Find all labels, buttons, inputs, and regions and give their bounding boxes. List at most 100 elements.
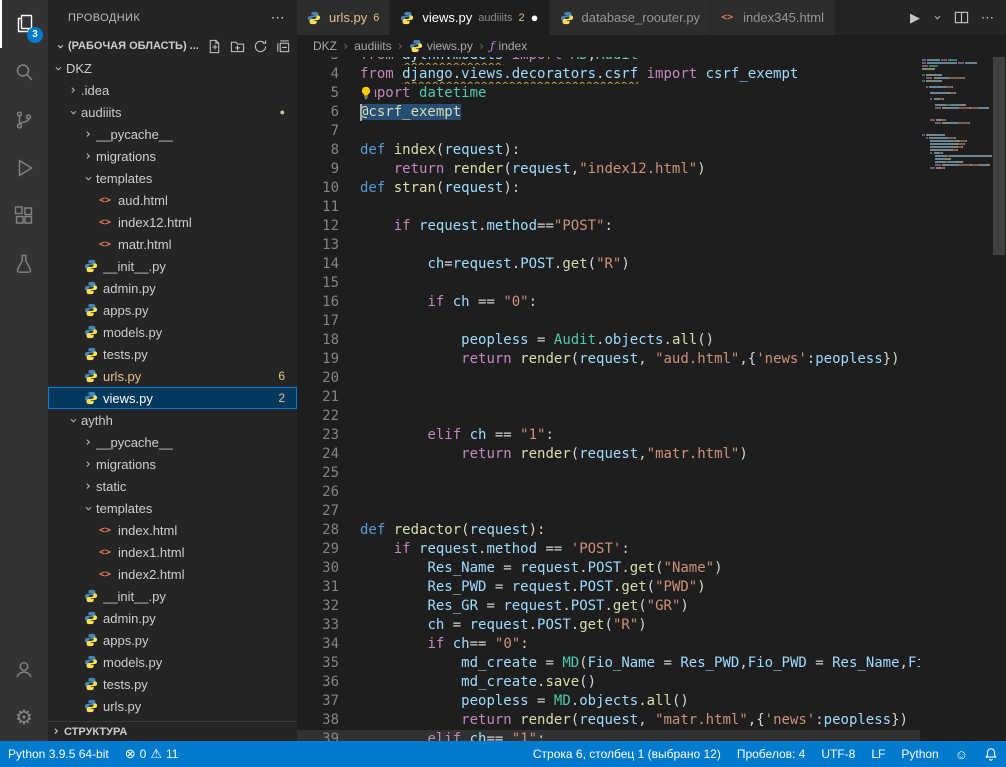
code-line-13[interactable]: 13 [297,236,920,255]
tree-item-audiiits[interactable]: ›audiiits● [48,101,297,123]
tree-item-__init__.py[interactable]: __init__.py [48,585,297,607]
code-line-39[interactable]: 39 elif ch== "1": [297,730,920,741]
tree-item-apps.py[interactable]: apps.py [48,299,297,321]
settings-gear-icon[interactable]: ⚙ [0,693,48,741]
extensions-icon[interactable] [0,192,48,240]
tree-item-models.py[interactable]: models.py [48,321,297,343]
language-mode-status[interactable]: Python [893,741,946,767]
code-line-8[interactable]: 8def index(request): [297,141,920,160]
source-control-icon[interactable] [0,96,48,144]
tree-item-static[interactable]: ›static [48,475,297,497]
split-editor-icon[interactable] [954,10,969,25]
tree-item-aud.html[interactable]: <>aud.html [48,189,297,211]
code-line-9[interactable]: 9 return render(request,"index12.html") [297,160,920,179]
tree-item-index12.html[interactable]: <>index12.html [48,211,297,233]
tree-item-migrations[interactable]: ›migrations [48,453,297,475]
encoding-status[interactable]: UTF-8 [813,741,863,767]
breadcrumb-views.py[interactable]: views.py [409,39,473,53]
tree-item-.idea[interactable]: ›.idea [48,79,297,101]
tree-item-models.py[interactable]: models.py [48,651,297,673]
account-icon[interactable] [0,645,48,693]
code-line-23[interactable]: 23 elif ch == "1": [297,426,920,445]
code-line-22[interactable]: 22 [297,407,920,426]
code-line-14[interactable]: 14 ch=request.POST.get("R") [297,255,920,274]
run-dropdown-icon[interactable]: › [930,13,945,23]
problems-status[interactable]: ⊗ 0 ⚠ 11 [117,741,187,767]
workspace-section-header[interactable]: › (РАБОЧАЯ ОБЛАСТЬ) ... [48,35,297,57]
tab-index345.html[interactable]: <>index345.html [711,0,835,35]
code-line-10[interactable]: 10def stran(request): [297,179,920,198]
tree-item-index.html[interactable]: <>index.html [48,519,297,541]
code-line-30[interactable]: 30 Res_Name = request.POST.get("Name") [297,559,920,578]
code-line-3[interactable]: 3from aythh.models import MD,Audit [297,57,920,65]
code-line-38[interactable]: 38 return render(request, "matr.html",{'… [297,711,920,730]
code-line-33[interactable]: 33 ch = request.POST.get("R") [297,616,920,635]
tree-item-migrations[interactable]: ›migrations [48,145,297,167]
code-line-26[interactable]: 26 [297,483,920,502]
breadcrumb-index[interactable]: ƒindex [490,39,527,53]
code-line-17[interactable]: 17 [297,312,920,331]
code-line-5[interactable]: 5import datetime [297,84,920,103]
tree-item-admin.py[interactable]: admin.py [48,277,297,299]
code-line-29[interactable]: 29 if request.method == 'POST': [297,540,920,559]
notifications-bell-icon[interactable] [976,741,1006,767]
code-line-18[interactable]: 18 peopless = Audit.objects.all() [297,331,920,350]
testing-icon[interactable] [0,240,48,288]
collapse-all-icon[interactable] [276,39,291,54]
new-folder-icon[interactable] [230,39,245,54]
cursor-position-status[interactable]: Строка 6, столбец 1 (выбрано 12) [525,741,729,767]
tree-item-urls.py[interactable]: urls.py6 [48,365,297,387]
tree-item-aythh[interactable]: ›aythh [48,409,297,431]
tree-item-__pycache__[interactable]: ›__pycache__ [48,123,297,145]
tree-item-index1.html[interactable]: <>index1.html [48,541,297,563]
tree-item-templates[interactable]: ›templates [48,167,297,189]
breadcrumb-DKZ[interactable]: DKZ [313,39,337,53]
code-line-25[interactable]: 25 [297,464,920,483]
code-area[interactable]: 3from aythh.models import MD,Audit4from … [297,57,920,741]
tab-views.py[interactable]: views.pyaudiiits2● [390,0,549,35]
code-line-12[interactable]: 12 if request.method=="POST": [297,217,920,236]
code-line-27[interactable]: 27 [297,502,920,521]
eol-status[interactable]: LF [863,741,893,767]
more-actions-icon[interactable]: ⋯ [981,10,994,26]
tree-item-tests.py[interactable]: tests.py [48,673,297,695]
tab-urls.py[interactable]: urls.py6 [297,0,390,35]
explorer-icon[interactable]: 3 [0,0,48,48]
new-file-icon[interactable] [207,39,222,54]
code-line-4[interactable]: 4from django.views.decorators.csrf impor… [297,65,920,84]
code-line-16[interactable]: 16 if ch == "0": [297,293,920,312]
tree-item-__init__.py[interactable]: __init__.py [48,255,297,277]
python-interpreter-status[interactable]: Python 3.9.5 64-bit [0,741,117,767]
code-line-24[interactable]: 24 return render(request,"matr.html") [297,445,920,464]
feedback-smiley-icon[interactable]: ☺ [947,741,976,767]
code-line-31[interactable]: 31 Res_PWD = request.POST.get("PWD") [297,578,920,597]
code-line-21[interactable]: 21 [297,388,920,407]
code-line-6[interactable]: 6@csrf_exempt [297,103,920,122]
breadcrumb-audiiits[interactable]: audiiits [354,39,391,53]
code-line-11[interactable]: 11 [297,198,920,217]
minimap[interactable] [920,57,992,741]
code-line-28[interactable]: 28def redactor(request): [297,521,920,540]
code-line-36[interactable]: 36 md_create.save() [297,673,920,692]
run-and-debug-icon[interactable] [0,144,48,192]
code-line-7[interactable]: 7 [297,122,920,141]
search-icon[interactable] [0,48,48,96]
vertical-scrollbar[interactable] [992,57,1006,741]
tree-item-admin.py[interactable]: admin.py [48,607,297,629]
lightbulb-icon[interactable] [360,86,375,102]
explorer-more-actions-icon[interactable]: ⋯ [271,9,285,26]
code-line-35[interactable]: 35 md_create = MD(Fio_Name = Res_PWD,Fio… [297,654,920,673]
tree-item-__pycache__[interactable]: ›__pycache__ [48,431,297,453]
tree-item-DKZ[interactable]: ›DKZ [48,57,297,79]
run-python-file-icon[interactable]: ▶ [910,10,920,26]
indentation-status[interactable]: Пробелов: 4 [729,741,814,767]
tree-item-views.py[interactable]: views.py2 [48,387,297,409]
tree-item-index2.html[interactable]: <>index2.html [48,563,297,585]
code-line-34[interactable]: 34 if ch== "0": [297,635,920,654]
tree-item-urls.py[interactable]: urls.py [48,695,297,717]
tree-item-matr.html[interactable]: <>matr.html [48,233,297,255]
tree-item-tests.py[interactable]: tests.py [48,343,297,365]
refresh-icon[interactable] [253,39,268,54]
tab-database_roouter.py[interactable]: database_roouter.py [550,0,712,35]
scrollbar-thumb[interactable] [993,57,1005,255]
